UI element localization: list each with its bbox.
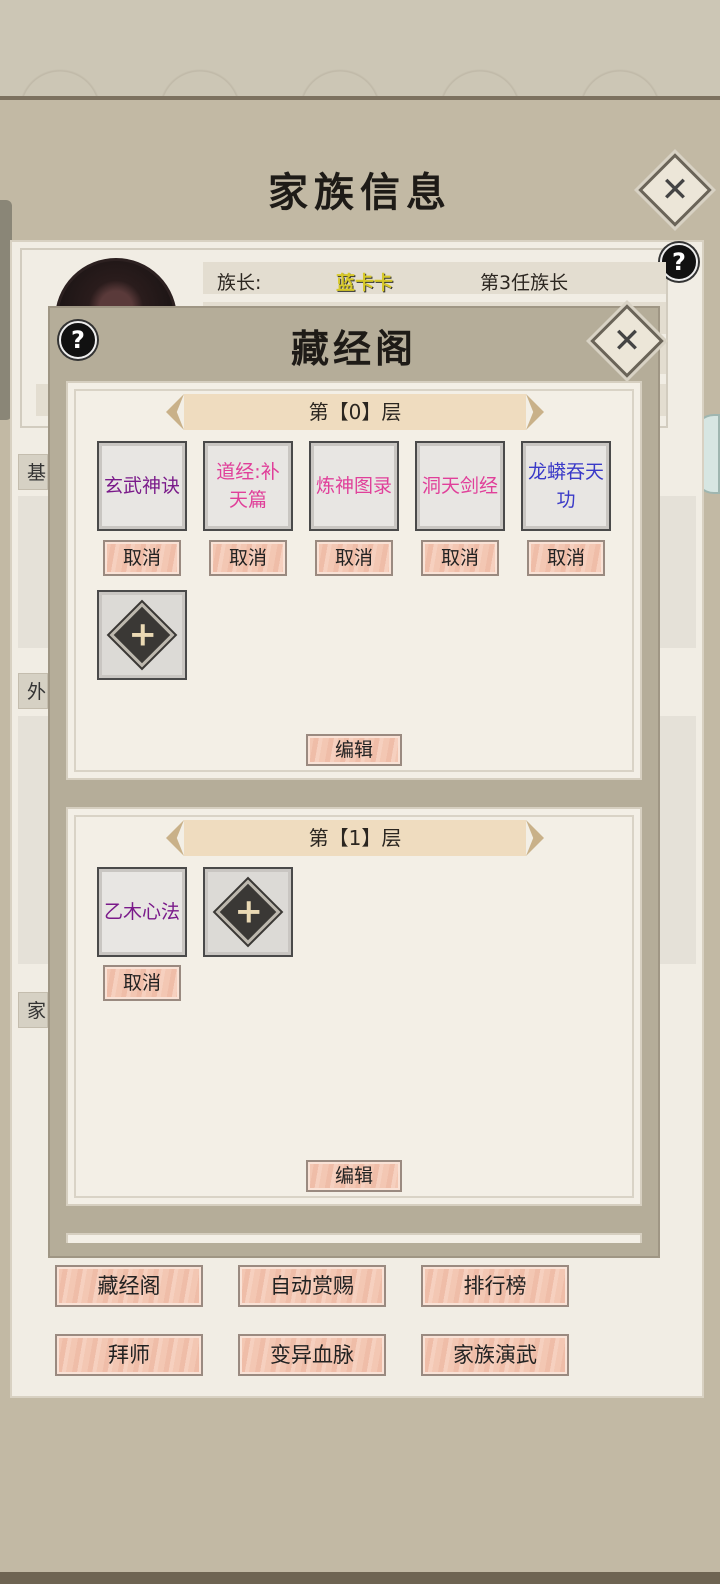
leader-row: [203, 262, 666, 294]
scripture-pavilion-button[interactable]: 藏经阁: [55, 1265, 203, 1307]
top-decor-band: [0, 0, 720, 100]
close-icon: ✕: [612, 321, 642, 361]
section-tab-basic[interactable]: 基: [18, 454, 48, 490]
section-tab-family[interactable]: 家: [18, 992, 48, 1028]
add-scripture-slot[interactable]: +: [97, 590, 187, 680]
scripture-name: 乙木心法: [103, 901, 180, 923]
floor-banner-1: 第【1】层: [184, 820, 526, 856]
bottom-decor-band: [0, 1572, 720, 1584]
cancel-button[interactable]: 取消: [103, 540, 181, 576]
cancel-button[interactable]: 取消: [421, 540, 499, 576]
edit-floor-button[interactable]: 编辑: [306, 1160, 402, 1192]
leader-name: 蓝卡卡: [336, 272, 394, 294]
leaderboard-button[interactable]: 排行榜: [421, 1265, 569, 1307]
leader-label: 族长:: [217, 272, 262, 294]
scripture-slot[interactable]: 炼神图录: [309, 441, 399, 531]
scripture-slot[interactable]: 道经:补天篇: [203, 441, 293, 531]
scripture-name: 炼神图录: [315, 475, 392, 497]
leader-order: 第3任族长: [480, 272, 569, 294]
scripture-name: 玄武神诀: [103, 475, 180, 497]
family-sparring-button[interactable]: 家族演武: [421, 1334, 569, 1376]
cancel-button[interactable]: 取消: [527, 540, 605, 576]
plus-icon: +: [215, 879, 281, 945]
apprentice-button[interactable]: 拜师: [55, 1334, 203, 1376]
edit-floor-button[interactable]: 编辑: [306, 734, 402, 766]
floor-panel-2: [66, 1233, 642, 1243]
dialog-help-icon[interactable]: ?: [59, 321, 97, 359]
section-tab-outer[interactable]: 外: [18, 673, 48, 709]
plus-icon: +: [109, 602, 175, 668]
add-scripture-slot[interactable]: +: [203, 867, 293, 957]
dialog-title: 藏经阁: [290, 326, 417, 371]
close-icon: ✕: [660, 170, 690, 210]
scripture-slot[interactable]: 玄武神诀: [97, 441, 187, 531]
cancel-button[interactable]: 取消: [209, 540, 287, 576]
cancel-button[interactable]: 取消: [103, 965, 181, 1001]
scripture-name: 洞天剑经: [421, 475, 498, 497]
cancel-button[interactable]: 取消: [315, 540, 393, 576]
mutant-bloodline-button[interactable]: 变异血脉: [238, 1334, 386, 1376]
scripture-slot[interactable]: 洞天剑经: [415, 441, 505, 531]
floor-banner-0: 第【0】层: [184, 394, 526, 430]
scripture-name: 龙蟒吞天功: [527, 461, 604, 511]
scripture-slot[interactable]: 乙木心法: [97, 867, 187, 957]
scripture-name: 道经:补天篇: [216, 461, 280, 511]
page-title: 家族信息: [268, 169, 452, 216]
scripture-slot[interactable]: 龙蟒吞天功: [521, 441, 611, 531]
auto-reward-button[interactable]: 自动赏赐: [238, 1265, 386, 1307]
